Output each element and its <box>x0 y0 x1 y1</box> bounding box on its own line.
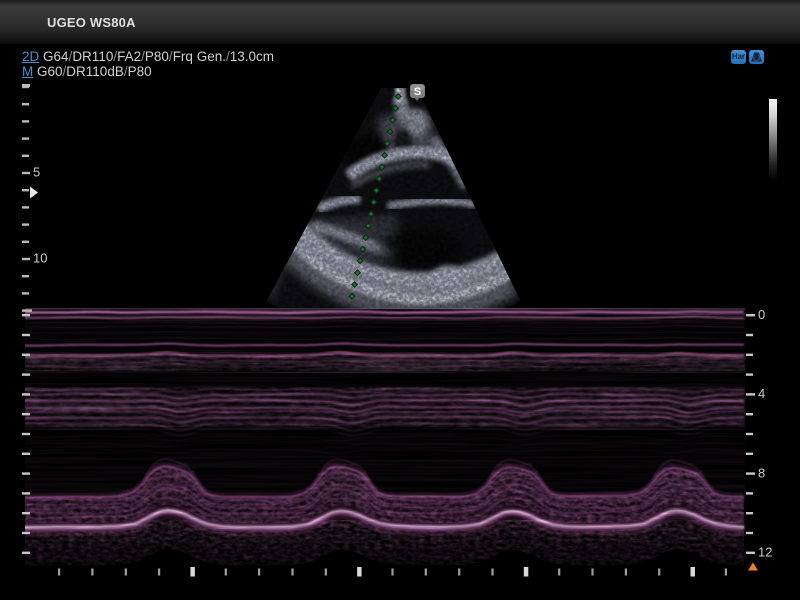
svg-text:4: 4 <box>758 386 765 401</box>
svg-text:12: 12 <box>758 545 772 560</box>
svg-text:5: 5 <box>33 164 40 179</box>
svg-text:8: 8 <box>758 465 765 480</box>
svg-text:0: 0 <box>758 307 765 322</box>
svg-text:10: 10 <box>33 250 47 265</box>
svg-text:S: S <box>414 86 421 98</box>
